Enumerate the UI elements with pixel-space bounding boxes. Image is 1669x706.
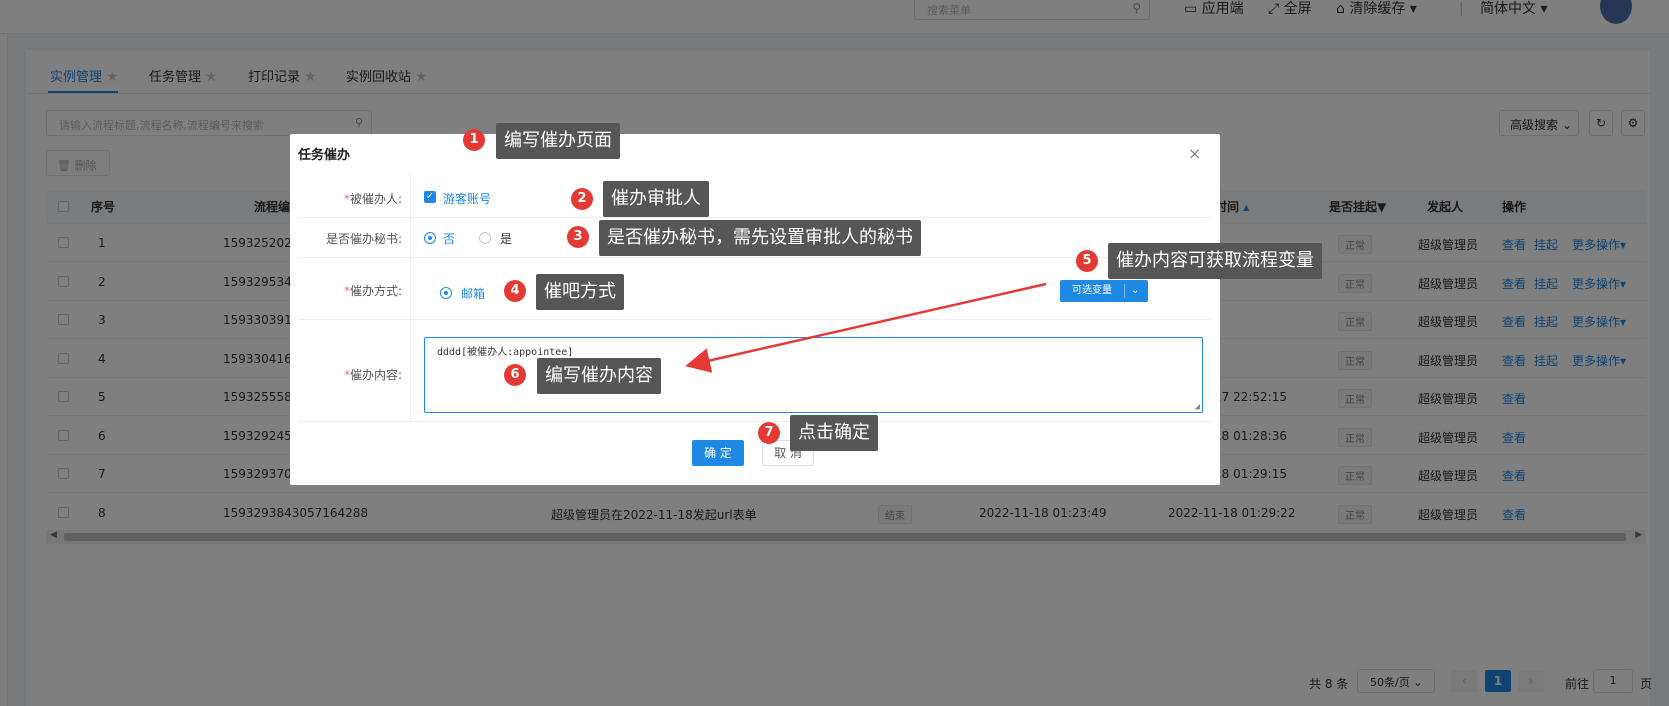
annotation-tip-1: 编写催办页面 bbox=[496, 123, 620, 159]
annotation-badge-4: 4 bbox=[504, 280, 526, 302]
annotation-badge-7: 7 bbox=[758, 422, 780, 444]
annotation-arrow bbox=[685, 282, 1047, 373]
annotation-tip-5: 催办内容可获取流程变量 bbox=[1108, 243, 1322, 279]
annotation-badge-6: 6 bbox=[504, 364, 526, 386]
annotation-badge-1: 1 bbox=[463, 129, 485, 151]
annotation-tip-2: 催办审批人 bbox=[603, 181, 709, 217]
annotation-badge-3: 3 bbox=[567, 226, 589, 248]
annotation-tip-3: 是否催办秘书，需先设置审批人的秘书 bbox=[599, 220, 921, 256]
annotation-badge-2: 2 bbox=[571, 188, 593, 210]
annotation-tip-4: 催吧方式 bbox=[536, 274, 624, 310]
annotation-tip-7: 点击确定 bbox=[790, 415, 878, 451]
annotation-tip-6: 编写催办内容 bbox=[537, 358, 661, 394]
annotation-badge-5: 5 bbox=[1076, 250, 1098, 272]
